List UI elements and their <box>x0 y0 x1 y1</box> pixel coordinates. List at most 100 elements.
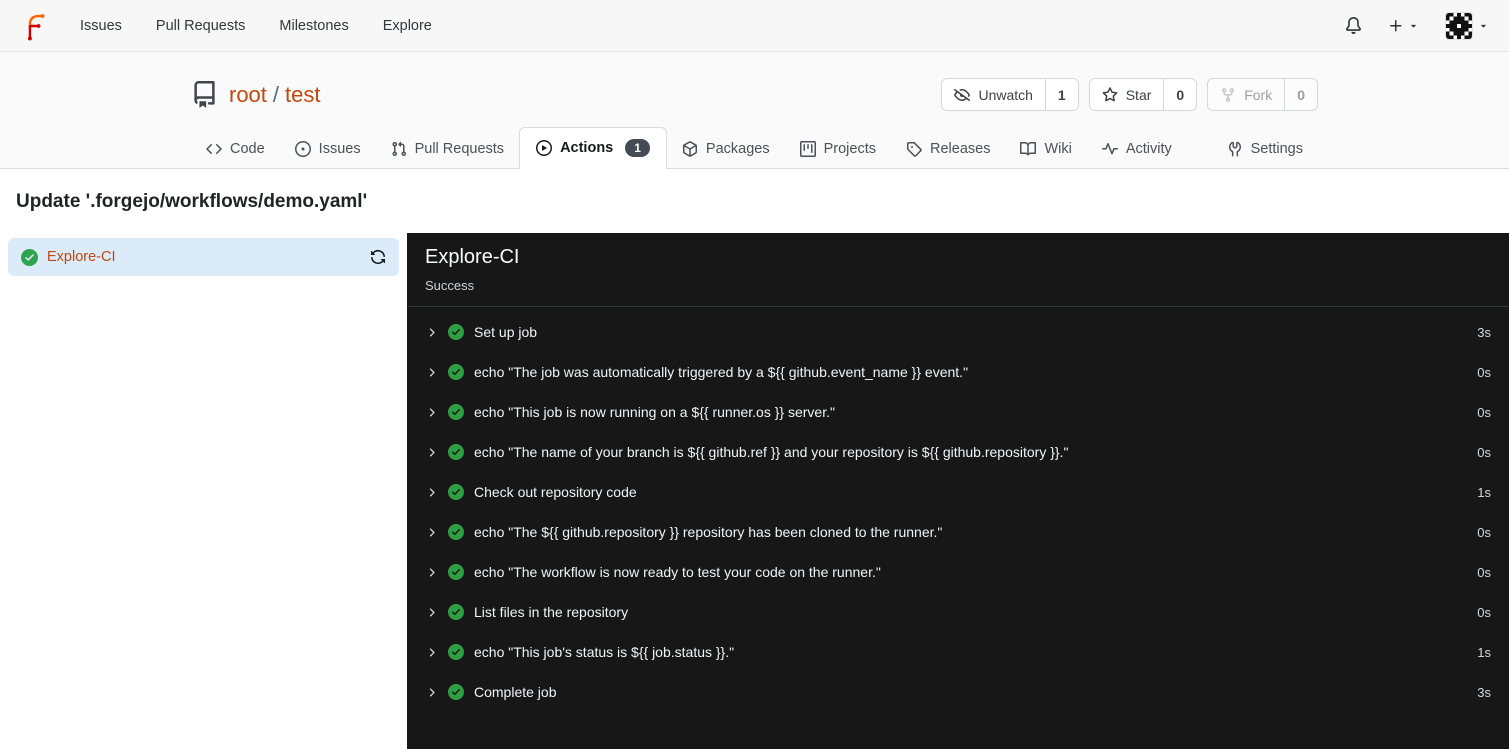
step-name: echo "This job is now running on a ${{ r… <box>474 404 835 420</box>
tab-issues[interactable]: Issues <box>280 129 376 169</box>
step-row[interactable]: echo "The workflow is now ready to test … <box>407 552 1509 592</box>
unwatch-button[interactable]: Unwatch 1 <box>941 78 1079 111</box>
chevron-right-icon[interactable] <box>425 566 438 579</box>
tab-actions[interactable]: Actions 1 <box>519 127 667 169</box>
step-row[interactable]: Set up job 3s <box>407 312 1509 352</box>
step-row[interactable]: List files in the repository 0s <box>407 592 1509 632</box>
jobs-sidebar: Explore-CI <box>0 233 407 749</box>
chevron-right-icon[interactable] <box>425 606 438 619</box>
tab-wiki[interactable]: Wiki <box>1005 129 1086 169</box>
step-row[interactable]: Check out repository code 1s <box>407 472 1509 512</box>
check-circle-icon <box>21 248 38 266</box>
avatar <box>1445 11 1473 40</box>
step-row[interactable]: echo "This job is now running on a ${{ r… <box>407 392 1509 432</box>
user-menu-dropdown[interactable] <box>1445 11 1489 40</box>
fork-count: 0 <box>1284 79 1317 110</box>
watch-count[interactable]: 1 <box>1044 79 1078 110</box>
nav-explore[interactable]: Explore <box>383 18 432 34</box>
tag-icon <box>907 142 922 157</box>
tab-code[interactable]: Code <box>191 129 280 169</box>
step-duration: 3s <box>1477 684 1491 700</box>
package-icon <box>682 141 697 157</box>
repo-book-icon <box>191 81 218 108</box>
eye-off-icon <box>954 88 971 101</box>
actions-count-badge: 1 <box>625 139 650 157</box>
chevron-right-icon[interactable] <box>425 446 438 459</box>
fork-icon <box>1222 87 1235 102</box>
step-row[interactable]: echo "The name of your branch is ${{ git… <box>407 432 1509 472</box>
chevron-right-icon[interactable] <box>425 366 438 379</box>
chevron-down-icon <box>1410 24 1417 28</box>
nav-pull-requests[interactable]: Pull Requests <box>156 18 245 34</box>
step-duration: 0s <box>1477 524 1491 540</box>
step-duration: 1s <box>1477 484 1491 500</box>
check-circle-icon <box>448 564 464 580</box>
chevron-right-icon[interactable] <box>425 326 438 339</box>
repo-header: root / test Unwatch 1 Star 0 Fork 0 Code… <box>0 52 1509 169</box>
check-circle-icon <box>448 484 464 500</box>
step-name: List files in the repository <box>474 604 629 620</box>
top-navbar: Issues Pull Requests Milestones Explore <box>0 0 1509 52</box>
step-row[interactable]: echo "This job's status is ${{ job.statu… <box>407 632 1509 672</box>
job-console-panel: Explore-CI Success Set up job 3s echo "T… <box>407 233 1509 749</box>
step-name: echo "The name of your branch is ${{ git… <box>474 444 1069 460</box>
check-circle-icon <box>448 684 464 700</box>
pull-request-icon <box>392 141 406 157</box>
star-count[interactable]: 0 <box>1163 79 1196 110</box>
step-duration: 0s <box>1477 364 1491 380</box>
chevron-right-icon[interactable] <box>425 646 438 659</box>
repo-tabs: Code Issues Pull Requests Actions 1 Pack… <box>191 127 1318 169</box>
tab-activity[interactable]: Activity <box>1087 129 1187 169</box>
repo-owner-link[interactable]: root <box>229 82 267 108</box>
play-circle-icon <box>536 140 553 156</box>
star-button[interactable]: Star 0 <box>1088 78 1198 111</box>
chevron-right-icon[interactable] <box>425 526 438 539</box>
plus-icon <box>1390 19 1402 31</box>
chevron-right-icon[interactable] <box>425 486 438 499</box>
tab-projects[interactable]: Projects <box>785 129 891 169</box>
tab-settings[interactable]: Settings <box>1212 129 1318 169</box>
check-circle-icon <box>448 324 464 340</box>
check-circle-icon <box>448 444 464 460</box>
repo-name-link[interactable]: test <box>285 82 320 108</box>
check-circle-icon <box>448 404 464 420</box>
step-name: echo "The workflow is now ready to test … <box>474 564 881 580</box>
step-name: echo "The job was automatically triggere… <box>474 364 969 380</box>
step-duration: 0s <box>1477 604 1491 620</box>
tab-packages[interactable]: Packages <box>667 129 785 169</box>
pulse-icon <box>1101 143 1118 155</box>
check-circle-icon <box>448 604 464 620</box>
step-name: Set up job <box>474 324 538 340</box>
step-name: echo "This job's status is ${{ job.statu… <box>474 644 735 660</box>
project-icon <box>799 141 816 157</box>
notifications-bell-icon[interactable] <box>1345 17 1362 34</box>
steps-list: Set up job 3s echo "The job was automati… <box>407 307 1509 717</box>
step-duration: 0s <box>1477 444 1491 460</box>
step-name: echo "The ${{ github.repository }} repos… <box>474 524 943 540</box>
step-name: Complete job <box>474 684 557 700</box>
check-circle-icon <box>448 524 464 540</box>
refresh-icon[interactable] <box>370 249 386 265</box>
issue-icon <box>294 141 311 157</box>
step-row[interactable]: echo "The job was automatically triggere… <box>407 352 1509 392</box>
create-new-dropdown[interactable] <box>1388 18 1419 34</box>
step-row[interactable]: echo "The ${{ github.repository }} repos… <box>407 512 1509 552</box>
tools-icon <box>1228 141 1241 157</box>
tab-pull-requests[interactable]: Pull Requests <box>376 129 519 169</box>
sidebar-job-explore-ci[interactable]: Explore-CI <box>8 238 399 276</box>
tab-releases[interactable]: Releases <box>891 129 1005 169</box>
nav-issues[interactable]: Issues <box>80 18 122 34</box>
step-row[interactable]: Complete job 3s <box>407 672 1509 712</box>
step-duration: 0s <box>1477 404 1491 420</box>
repo-separator: / <box>272 81 280 107</box>
nav-milestones[interactable]: Milestones <box>279 18 348 34</box>
chevron-right-icon[interactable] <box>425 686 438 699</box>
chevron-right-icon[interactable] <box>425 406 438 419</box>
check-circle-icon <box>448 644 464 660</box>
check-circle-icon <box>448 364 464 380</box>
forgejo-logo-icon[interactable] <box>20 9 54 43</box>
console-job-title: Explore-CI <box>425 246 520 268</box>
step-duration: 1s <box>1477 644 1491 660</box>
star-icon <box>1102 86 1118 101</box>
page-title: Update '.forgejo/workflows/demo.yaml' <box>16 191 368 212</box>
